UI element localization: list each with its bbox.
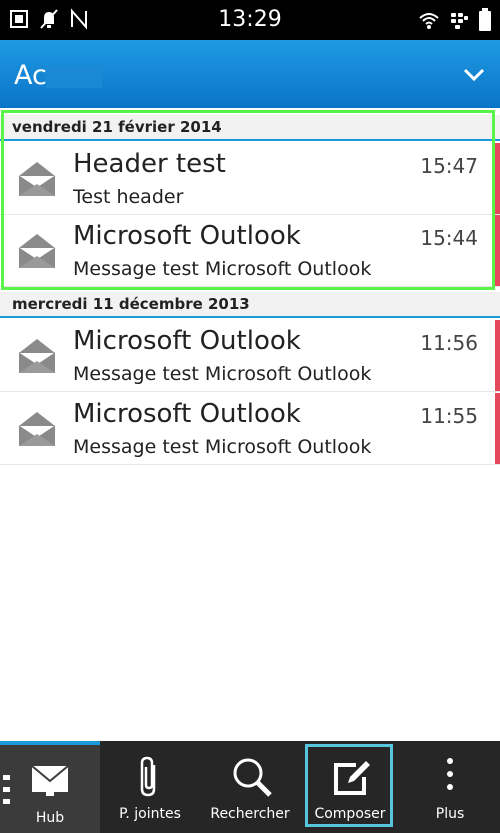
compose-icon (334, 761, 370, 795)
redacted-account-name (46, 66, 102, 88)
message-subject: Microsoft Outlook (73, 221, 301, 251)
message-item[interactable]: Microsoft Outlook 11:55 Message test Mic… (0, 393, 500, 465)
message-time: 15:47 (420, 154, 478, 178)
opened-envelope-icon (18, 412, 56, 446)
attachments-button[interactable]: P. jointes (100, 741, 200, 833)
compose-label: Composer (314, 806, 386, 822)
message-item[interactable]: Microsoft Outlook 11:56 Message test Mic… (0, 320, 500, 392)
message-subject: Microsoft Outlook (73, 399, 301, 429)
message-time: 11:55 (420, 404, 478, 428)
battery-icon (479, 8, 491, 31)
message-subject: Microsoft Outlook (73, 326, 301, 356)
account-title-bar[interactable]: Ac (0, 40, 500, 108)
date-header: vendredi 21 février 2014 (0, 115, 500, 141)
account-title: Ac (14, 60, 47, 91)
message-time: 11:56 (420, 331, 478, 355)
unread-flag (495, 320, 500, 391)
search-button[interactable]: Rechercher (200, 741, 300, 833)
search-label: Rechercher (210, 806, 290, 822)
hub-label: Hub (35, 810, 65, 826)
message-item[interactable]: Header test 15:47 Test header (0, 143, 500, 215)
blackberry-icon (451, 13, 468, 29)
hub-envelope-icon (31, 765, 69, 796)
more-button[interactable]: Plus (400, 741, 500, 833)
message-preview: Test header (73, 186, 184, 208)
paperclip-icon (140, 756, 156, 797)
status-bar: 13:29 (0, 0, 500, 40)
message-preview: Message test Microsoft Outlook (73, 258, 372, 280)
search-icon (233, 758, 272, 797)
hub-button[interactable]: Hub (0, 741, 100, 833)
chevron-down-icon[interactable] (462, 62, 486, 86)
opened-envelope-icon (18, 339, 56, 373)
message-time: 15:44 (420, 226, 478, 250)
unread-flag (495, 393, 500, 464)
message-preview: Message test Microsoft Outlook (73, 363, 372, 385)
unread-flag (495, 215, 500, 286)
more-label: Plus (435, 806, 465, 822)
date-header: mercredi 11 décembre 2013 (0, 292, 500, 318)
action-bar: Hub P. jointes Rechercher Composer Plus (0, 741, 500, 833)
message-item[interactable]: Microsoft Outlook 15:44 Message test Mic… (0, 215, 500, 287)
more-dots-icon (447, 758, 453, 790)
opened-envelope-icon (18, 234, 56, 268)
unread-flag (495, 143, 500, 214)
wifi-icon (419, 13, 439, 29)
opened-envelope-icon (18, 162, 56, 196)
message-preview: Message test Microsoft Outlook (73, 436, 372, 458)
message-subject: Header test (73, 149, 226, 179)
overflow-dots-icon (3, 775, 10, 804)
compose-button[interactable]: Composer (300, 741, 400, 833)
attachments-label: P. jointes (119, 806, 181, 822)
